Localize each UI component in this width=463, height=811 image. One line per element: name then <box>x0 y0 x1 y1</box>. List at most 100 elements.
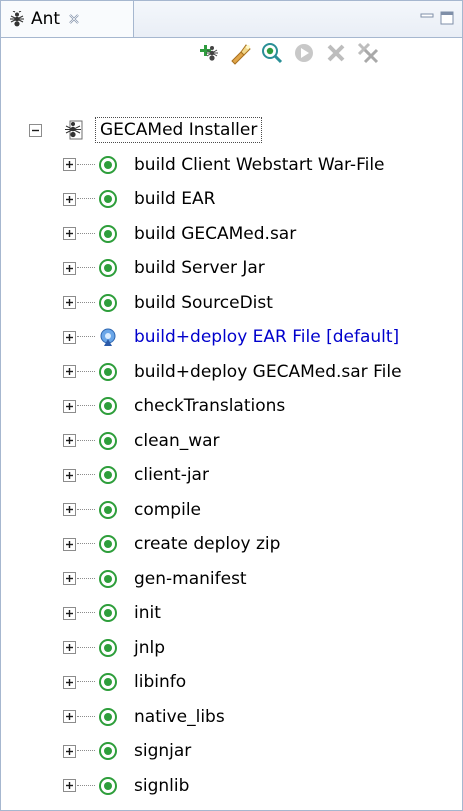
expand-icon[interactable] <box>63 261 76 275</box>
expand-icon[interactable] <box>63 537 76 551</box>
target-icon <box>98 569 118 589</box>
expand-icon[interactable] <box>63 296 76 310</box>
expand-icon[interactable] <box>63 503 76 517</box>
ant-toolbar <box>1 38 462 100</box>
tree-target-label: build+deploy GECAMed.sar File <box>134 361 402 382</box>
expand-icon[interactable] <box>63 675 76 689</box>
target-icon <box>98 707 118 727</box>
target-icon <box>98 293 118 313</box>
tree-target[interactable]: build SourceDist <box>1 286 462 321</box>
target-icon <box>98 638 118 658</box>
tree-target[interactable]: build Server Jar <box>1 251 462 286</box>
tree-target[interactable]: native_libs <box>1 700 462 735</box>
tree-connector <box>77 267 95 269</box>
tree-target[interactable]: build Client Webstart War-File <box>1 148 462 183</box>
tree-connector <box>77 405 95 407</box>
hide-internal-targets-button[interactable] <box>259 42 285 68</box>
expand-icon[interactable] <box>63 192 76 206</box>
tree-connector <box>77 784 95 787</box>
maximize-icon[interactable] <box>440 10 454 29</box>
target-icon <box>98 500 118 520</box>
tree-connector <box>77 439 95 442</box>
tree-target[interactable]: gen-manifest <box>1 562 462 597</box>
expand-icon[interactable] <box>63 399 76 413</box>
expand-icon[interactable] <box>63 434 76 448</box>
tree-target-label: clean_war <box>134 430 220 451</box>
target-icon <box>98 155 118 175</box>
tree-target[interactable]: create deploy zip <box>1 527 462 562</box>
tree-target[interactable]: clean_war <box>1 424 462 459</box>
tree-target-label: build GECAMed.sar <box>134 223 297 244</box>
tree-target-label: init <box>134 603 161 624</box>
expand-icon[interactable] <box>63 572 76 586</box>
target-icon <box>98 431 118 451</box>
expand-icon[interactable] <box>63 744 76 758</box>
tree-connector <box>77 336 95 338</box>
remove-buildfile-button[interactable] <box>323 42 349 68</box>
expand-icon[interactable] <box>63 365 76 379</box>
tree-target-label: gen-manifest <box>134 568 247 589</box>
tree-target[interactable]: signjar <box>1 734 462 769</box>
tree-target-label: create deploy zip <box>134 534 281 555</box>
run-target-button[interactable] <box>291 42 317 68</box>
tree-target[interactable]: init <box>1 596 462 631</box>
target-icon <box>98 672 118 692</box>
tree-target[interactable]: client-jar <box>1 458 462 493</box>
tree-connector <box>77 474 95 476</box>
target-icon <box>98 741 118 761</box>
tree-connector <box>77 681 95 683</box>
remove-all-buildfiles-button[interactable] <box>355 42 381 68</box>
expand-icon[interactable] <box>63 641 76 655</box>
expand-icon[interactable] <box>63 779 76 793</box>
tree-target-label: client-jar <box>134 465 209 486</box>
tree-target[interactable]: build GECAMed.sar <box>1 217 462 252</box>
expand-icon[interactable] <box>63 468 76 482</box>
expand-icon[interactable] <box>63 227 76 241</box>
tree-target-default[interactable]: build+deploy EAR File [default] <box>1 320 462 355</box>
tree-target-label: libinfo <box>134 672 187 693</box>
collapse-icon[interactable] <box>29 123 42 137</box>
tree-connector <box>77 750 95 752</box>
expand-icon[interactable] <box>63 330 76 344</box>
tree-connector <box>77 508 95 511</box>
tree-target-label: signjar <box>134 741 192 762</box>
ant-view-tab[interactable]: Ant <box>1 1 134 37</box>
tree-target[interactable]: jnlp <box>1 631 462 666</box>
tree-connector <box>77 646 95 649</box>
tree-connector <box>77 370 95 373</box>
view-controls <box>420 1 462 37</box>
target-icon <box>98 258 118 278</box>
tree-target-label: native_libs <box>134 706 225 727</box>
tree-target[interactable]: build EAR <box>1 182 462 217</box>
ant-icon <box>9 11 25 27</box>
tree-target-label: build SourceDist <box>134 292 273 313</box>
expand-icon[interactable] <box>63 710 76 724</box>
target-icon <box>98 224 118 244</box>
tree-target[interactable]: libinfo <box>1 665 462 700</box>
tree-connector <box>77 301 95 304</box>
tree-connector <box>77 198 95 200</box>
tree-target-label: build Server Jar <box>134 258 265 279</box>
tree-target[interactable]: compile <box>1 493 462 528</box>
tree-root-label: GECAMed Installer <box>95 117 263 144</box>
target-icon <box>98 603 118 623</box>
search-buildfiles-button[interactable] <box>227 42 253 68</box>
ant-tree: GECAMed Installer build Client Webstart … <box>1 113 462 803</box>
run-icon <box>292 41 316 69</box>
tree-target[interactable]: checkTranslations <box>1 389 462 424</box>
tree-root[interactable]: GECAMed Installer <box>1 113 462 148</box>
tree-target[interactable]: build+deploy GECAMed.sar File <box>1 355 462 390</box>
tree-target[interactable]: signlib <box>1 769 462 804</box>
expand-icon[interactable] <box>63 606 76 620</box>
add-buildfiles-button[interactable] <box>195 42 221 68</box>
minimize-icon[interactable] <box>420 10 434 29</box>
tree-connector <box>77 612 95 614</box>
filter-targets-icon <box>260 41 284 69</box>
expand-icon[interactable] <box>63 158 76 172</box>
target-icon <box>98 534 118 554</box>
tree-target-label: build EAR <box>134 189 216 210</box>
tree-target-label: signlib <box>134 775 190 796</box>
close-icon[interactable] <box>68 13 80 25</box>
view-tab-bar: Ant <box>1 1 462 38</box>
target-icon <box>98 362 118 382</box>
